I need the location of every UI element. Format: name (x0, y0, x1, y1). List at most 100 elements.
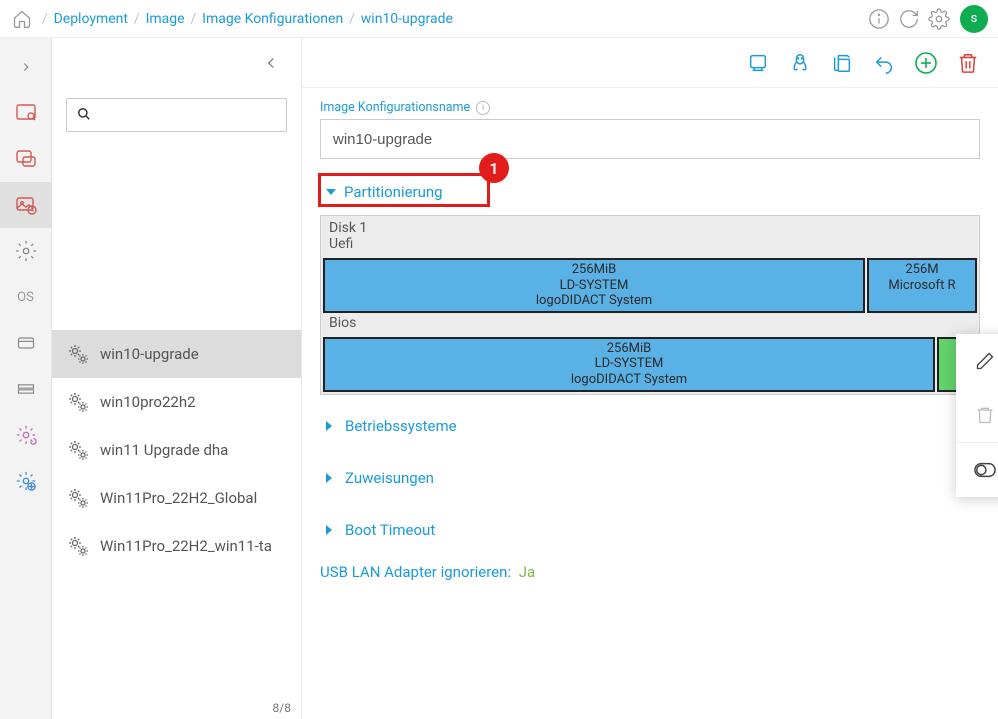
rail-item-os[interactable]: OS (0, 274, 52, 320)
side-rail: OS (0, 38, 52, 719)
caret-right-icon (326, 421, 337, 431)
uefi-row: 256MiB LD-SYSTEM logoDIDACT System 256M … (321, 256, 979, 315)
home-icon[interactable] (10, 7, 34, 31)
toggle-icon (974, 459, 996, 481)
tool-delete-icon[interactable] (948, 46, 988, 80)
chevron-left-icon (262, 54, 280, 72)
detail-content: Image Konfigurationsname i Partitionieru… (302, 88, 998, 593)
name-field-label: Image Konfigurationsname i (320, 100, 980, 115)
rail-item-1[interactable] (0, 90, 52, 136)
rail-item-8[interactable] (0, 458, 52, 504)
ctx-delete: Löschen (956, 388, 998, 442)
gear-icon (66, 486, 90, 510)
section-boot-label: Boot Timeout (345, 521, 435, 539)
config-item-label: win11 Upgrade dha (100, 441, 228, 459)
breadcrumb-sep: / (191, 11, 197, 27)
detail-panel: Image Konfigurationsname i Partitionieru… (302, 38, 998, 719)
top-bar: / Deployment / Image / Image Konfigurati… (0, 0, 998, 38)
usb-ignore-row: USB LAN Adapter ignorieren: Ja (320, 563, 980, 581)
breadcrumb-sep: / (349, 11, 355, 27)
part-name: LD-SYSTEM (325, 356, 933, 372)
detail-toolbar (302, 38, 998, 88)
rail-item-7[interactable] (0, 412, 52, 458)
info-small-icon[interactable]: i (476, 101, 490, 115)
part-desc: logoDIDACT System (325, 293, 863, 309)
part-size: 256MiB (325, 262, 863, 278)
info-icon[interactable] (864, 4, 894, 34)
refresh-icon[interactable] (894, 4, 924, 34)
bios-label: Bios (321, 315, 979, 335)
usb-ignore-value: Ja (519, 563, 535, 581)
config-name-input[interactable] (320, 119, 980, 159)
context-menu: Bearbeiten Löschen Datenträgerverwaltung… (956, 334, 998, 497)
section-boot-timeout[interactable]: Boot Timeout (320, 517, 980, 543)
part-name: LD-SYSTEM (325, 278, 863, 294)
section-partitioning-label: Partitionierung (344, 183, 443, 201)
tool-add-icon[interactable] (906, 46, 946, 80)
ctx-activate-disk-mgmt[interactable]: Datenträgerverwaltung aktivieren (956, 443, 998, 497)
name-label-text: Image Konfigurationsname (320, 100, 470, 115)
rail-item-6[interactable] (0, 366, 52, 412)
crumb-deployment[interactable]: Deployment (54, 11, 128, 27)
rail-item-5[interactable] (0, 320, 52, 366)
rail-item-images[interactable] (0, 182, 52, 228)
config-item-label: Win11Pro_22H2_Global (100, 489, 257, 507)
uefi-label: Uefi (321, 236, 979, 256)
rail-expand-icon[interactable] (0, 44, 52, 90)
search-icon (77, 107, 92, 123)
pencil-icon (974, 350, 996, 372)
tool-undo-icon[interactable] (864, 46, 904, 80)
part-desc: Microsoft R (869, 278, 975, 294)
part-desc: logoDIDACT System (325, 372, 933, 388)
body: OS (0, 38, 998, 719)
crumb-image[interactable]: Image (146, 11, 185, 27)
section-assignments-label: Zuweisungen (345, 469, 434, 487)
section-os[interactable]: Betriebssysteme (320, 413, 980, 439)
tool-copy-icon[interactable] (822, 46, 862, 80)
ctx-edit[interactable]: Bearbeiten (956, 334, 998, 388)
list-counter: 8/8 (273, 701, 291, 715)
gear-icon (66, 342, 90, 366)
config-item-label: win10-upgrade (100, 345, 199, 363)
partition-cell[interactable]: 256MiB LD-SYSTEM logoDIDACT System (323, 258, 865, 313)
partition-table[interactable]: Disk 1 Uefi 256MiB LD-SYSTEM logoDIDACT … (320, 215, 980, 395)
back-button[interactable] (52, 38, 301, 88)
section-os-label: Betriebssysteme (345, 417, 457, 435)
avatar[interactable]: s (960, 5, 988, 33)
gear-icon[interactable] (924, 4, 954, 34)
crumb-image-konfig[interactable]: Image Konfigurationen (202, 11, 343, 27)
caret-down-icon (326, 189, 336, 195)
gear-icon (66, 390, 90, 414)
rail-item-2[interactable] (0, 136, 52, 182)
caret-right-icon (326, 525, 337, 535)
section-assignments[interactable]: Zuweisungen (320, 465, 980, 491)
section-partitioning[interactable]: Partitionierung (320, 179, 455, 205)
config-item[interactable]: win10-upgrade (52, 330, 301, 378)
trash-icon (974, 404, 996, 426)
breadcrumb-sep: / (42, 11, 48, 27)
config-item-label: win10pro22h2 (100, 393, 196, 411)
search-box[interactable] (66, 98, 287, 132)
config-item[interactable]: win11 Upgrade dha (52, 426, 301, 474)
config-item[interactable]: Win11Pro_22H2_Global (52, 474, 301, 522)
callout-badge-1: 1 (479, 153, 509, 183)
caret-right-icon (326, 473, 337, 483)
disk-label: Disk 1 (321, 216, 979, 236)
partition-cell[interactable]: 256MiB LD-SYSTEM logoDIDACT System (323, 337, 935, 392)
usb-ignore-label: USB LAN Adapter ignorieren: (320, 563, 511, 581)
breadcrumb-sep: / (134, 11, 140, 27)
config-item-label: Win11Pro_22H2_win11-ta (100, 537, 272, 555)
config-item[interactable]: Win11Pro_22H2_win11-ta (52, 522, 301, 570)
crumb-current[interactable]: win10-upgrade (361, 11, 453, 27)
tool-linux-icon[interactable] (780, 46, 820, 80)
config-item[interactable]: win10pro22h2 (52, 378, 301, 426)
search-input[interactable] (94, 107, 276, 123)
gear-icon (66, 534, 90, 558)
partition-cell[interactable]: 256M Microsoft R (867, 258, 977, 313)
rail-item-settings[interactable] (0, 228, 52, 274)
list-panel: win10-upgrade win10pro22h2 win11 Upgrade… (52, 38, 302, 719)
part-size: 256M (869, 262, 975, 278)
search-row (52, 88, 301, 140)
tool-network-icon[interactable] (738, 46, 778, 80)
gear-icon (66, 438, 90, 462)
